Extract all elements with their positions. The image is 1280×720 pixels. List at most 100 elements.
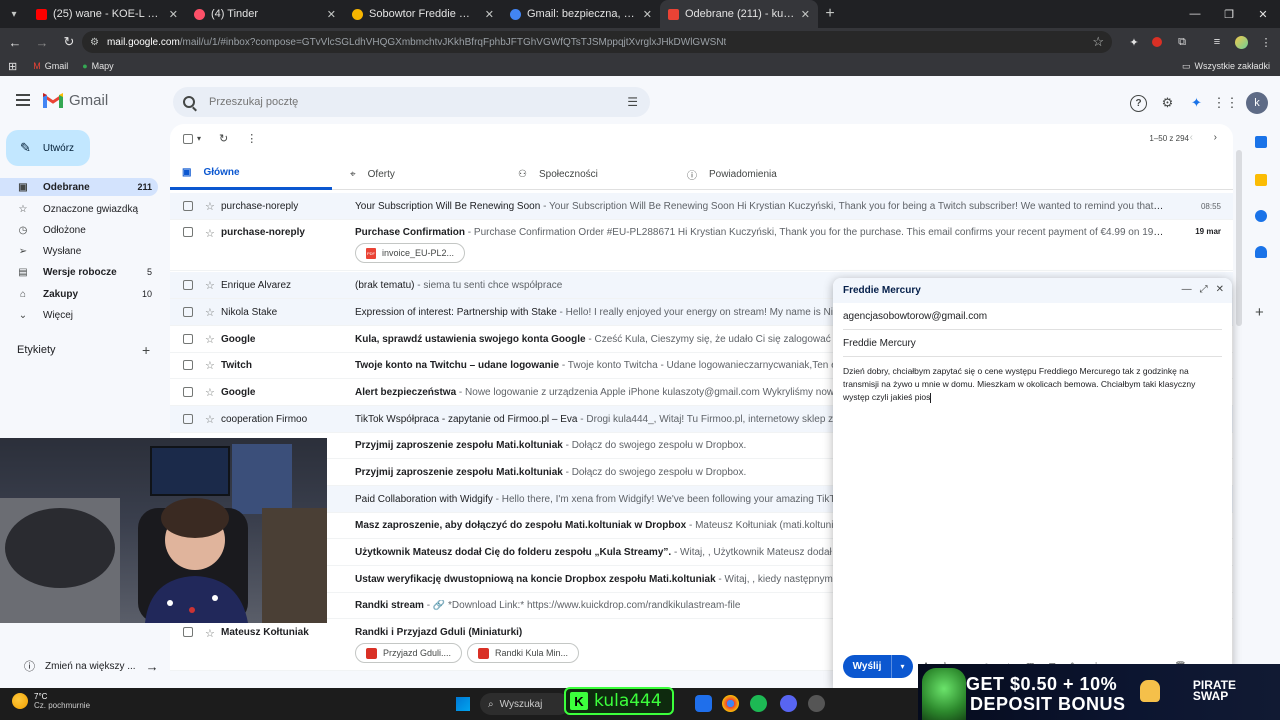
- tab-search-dropdown-icon[interactable]: ▾: [0, 0, 28, 28]
- extensions-puzzle-icon[interactable]: ⧉: [1172, 32, 1192, 52]
- sidebar-item-snoozed[interactable]: ◷ Odłożone: [0, 221, 158, 239]
- attachment-chip[interactable]: Przyjazd Gduli....: [355, 643, 463, 663]
- sidebar-item-inbox[interactable]: ▣ Odebrane 211: [0, 178, 158, 196]
- bookmark-gmail[interactable]: M Gmail: [33, 61, 68, 71]
- discord-icon[interactable]: [780, 695, 797, 712]
- add-addon-icon[interactable]: +: [1255, 304, 1264, 321]
- address-bar[interactable]: ⚙ mail.google.com/mail/u/1/#inbox?compos…: [82, 31, 1112, 53]
- google-apps-icon[interactable]: ⋮⋮: [1213, 95, 1239, 112]
- browser-tab-0[interactable]: (25) wane - KOE-L SKYE (Official ✕: [28, 0, 186, 28]
- close-window-icon[interactable]: ✕: [1246, 0, 1280, 28]
- refresh-icon[interactable]: ↻: [219, 132, 228, 145]
- search-icon[interactable]: [183, 96, 195, 108]
- tab-social[interactable]: ⚇ Społeczności: [518, 158, 598, 190]
- star-icon[interactable]: ☆: [205, 227, 215, 240]
- browser-tab-2[interactable]: Sobowtor Freddie Mercury | Ag ✕: [344, 0, 502, 28]
- compose-button[interactable]: ✎ Utwórz: [6, 130, 90, 166]
- star-icon[interactable]: ☆: [205, 359, 215, 372]
- send-button[interactable]: Wyślij: [843, 655, 891, 678]
- row-checkbox[interactable]: [183, 414, 193, 424]
- compose-header[interactable]: Freddie Mercury — ⤢ ✕: [833, 278, 1232, 303]
- star-icon[interactable]: ☆: [205, 200, 215, 213]
- sidebar-item-more[interactable]: ⌄ Więcej: [0, 306, 158, 324]
- site-info-icon[interactable]: ⚙: [90, 37, 99, 48]
- tab-promotions[interactable]: ⌖ Oferty: [350, 158, 395, 190]
- new-tab-icon[interactable]: +: [818, 0, 842, 28]
- contacts-icon[interactable]: [1255, 246, 1267, 258]
- profile-icon[interactable]: [1231, 32, 1251, 52]
- back-icon[interactable]: ←: [3, 30, 27, 54]
- mail-search-bar[interactable]: ☰: [173, 87, 650, 117]
- gmail-logo[interactable]: Gmail: [43, 92, 108, 109]
- weather-widget[interactable]: 7°C Cz. pochmurnie: [12, 692, 90, 710]
- browser-tab-3[interactable]: Gmail: bezpieczna, oparta na AI ✕: [502, 0, 660, 28]
- tab-primary[interactable]: ▣ Główne: [170, 158, 332, 190]
- close-tab-icon[interactable]: ✕: [643, 8, 652, 21]
- minimize-icon[interactable]: —: [1178, 0, 1212, 28]
- close-tab-icon[interactable]: ✕: [801, 8, 810, 21]
- row-checkbox[interactable]: [183, 627, 193, 637]
- attachment-chip[interactable]: Randki Kula Min...: [467, 643, 580, 663]
- sidebar-item-drafts[interactable]: ▤ Wersje robocze 5: [0, 263, 158, 281]
- help-icon[interactable]: ?: [1130, 94, 1147, 112]
- spotify-icon[interactable]: [750, 695, 767, 712]
- expand-icon[interactable]: ⤢: [1200, 284, 1208, 295]
- reload-icon[interactable]: ↻: [57, 30, 81, 54]
- bookmark-star-icon[interactable]: ☆: [1092, 34, 1104, 50]
- row-checkbox[interactable]: [183, 280, 193, 290]
- close-tab-icon[interactable]: ✕: [485, 8, 494, 21]
- recipient-field[interactable]: agencjasobowtorow@gmail.com: [843, 303, 1222, 330]
- obs-icon[interactable]: [808, 695, 825, 712]
- more-actions-icon[interactable]: ⋮: [246, 132, 257, 145]
- close-tab-icon[interactable]: ✕: [327, 8, 336, 21]
- search-options-icon[interactable]: ☰: [627, 95, 638, 109]
- taskbar-search[interactable]: ⌕ Wyszukaj: [480, 693, 570, 715]
- taskbar-app-icon[interactable]: [695, 695, 712, 712]
- email-row[interactable]: ☆ purchase-noreply Your Subscription Will …: [170, 193, 1233, 220]
- sidebar-item-shopping[interactable]: ⌂ Zakupy 10: [0, 285, 158, 303]
- row-checkbox[interactable]: [183, 360, 193, 370]
- star-icon[interactable]: ☆: [205, 386, 215, 399]
- account-avatar[interactable]: k: [1246, 92, 1268, 114]
- star-icon[interactable]: ☆: [205, 306, 215, 319]
- maximize-icon[interactable]: ❐: [1212, 0, 1246, 28]
- close-icon[interactable]: ✕: [1216, 284, 1224, 295]
- browser-tab-1[interactable]: (4) Tinder ✕: [186, 0, 344, 28]
- gemini-icon[interactable]: ✦: [1188, 95, 1205, 112]
- browser-tab-4[interactable]: Odebrane (211) - kulaszoty@gm ✕: [660, 0, 818, 28]
- tasks-icon[interactable]: [1255, 210, 1267, 222]
- upgrade-storage-link[interactable]: ⓘ Zmień na większy ... →: [24, 658, 159, 674]
- minimize-icon[interactable]: —: [1182, 284, 1192, 295]
- sidebar-item-sent[interactable]: ➢ Wysłane: [0, 242, 158, 260]
- extension-icon[interactable]: ✦: [1124, 32, 1144, 52]
- row-checkbox[interactable]: [183, 201, 193, 211]
- row-checkbox[interactable]: [183, 227, 193, 237]
- reading-list-icon[interactable]: ≡: [1207, 32, 1227, 52]
- message-body[interactable]: Dzień dobry, chciałbym zapytać się o cen…: [833, 357, 1232, 412]
- main-menu-icon[interactable]: [16, 94, 30, 106]
- apps-grid-icon[interactable]: ⊞: [8, 60, 17, 73]
- search-input[interactable]: [209, 96, 589, 108]
- sidebar-item-starred[interactable]: ☆ Oznaczone gwiazdką: [0, 200, 158, 218]
- close-tab-icon[interactable]: ✕: [169, 8, 178, 21]
- next-page-icon[interactable]: ›: [1214, 132, 1217, 143]
- browser-menu-icon[interactable]: ⋮: [1256, 32, 1276, 52]
- schedule-send-dropdown[interactable]: ▾: [891, 655, 913, 678]
- bookmark-maps[interactable]: ● Mapy: [82, 61, 113, 71]
- keep-icon[interactable]: [1255, 174, 1267, 186]
- forward-icon[interactable]: →: [30, 30, 54, 54]
- subject-field[interactable]: Freddie Mercury: [843, 330, 1222, 357]
- add-label-icon[interactable]: +: [142, 342, 150, 358]
- star-icon[interactable]: ☆: [205, 279, 215, 292]
- row-checkbox[interactable]: [183, 334, 193, 344]
- email-row[interactable]: ☆ purchase-noreply Purchase Confirmation -…: [170, 219, 1233, 271]
- select-all-checkbox[interactable]: ▾: [183, 133, 201, 144]
- row-checkbox[interactable]: [183, 307, 193, 317]
- star-icon[interactable]: ☆: [205, 627, 215, 640]
- all-bookmarks[interactable]: ▭ Wszystkie zakładki: [1182, 61, 1270, 72]
- settings-gear-icon[interactable]: ⚙: [1159, 95, 1176, 112]
- windows-start-icon[interactable]: [456, 697, 470, 711]
- extension-red-icon[interactable]: [1147, 32, 1167, 52]
- chrome-icon[interactable]: [722, 695, 739, 712]
- calendar-icon[interactable]: [1255, 136, 1267, 148]
